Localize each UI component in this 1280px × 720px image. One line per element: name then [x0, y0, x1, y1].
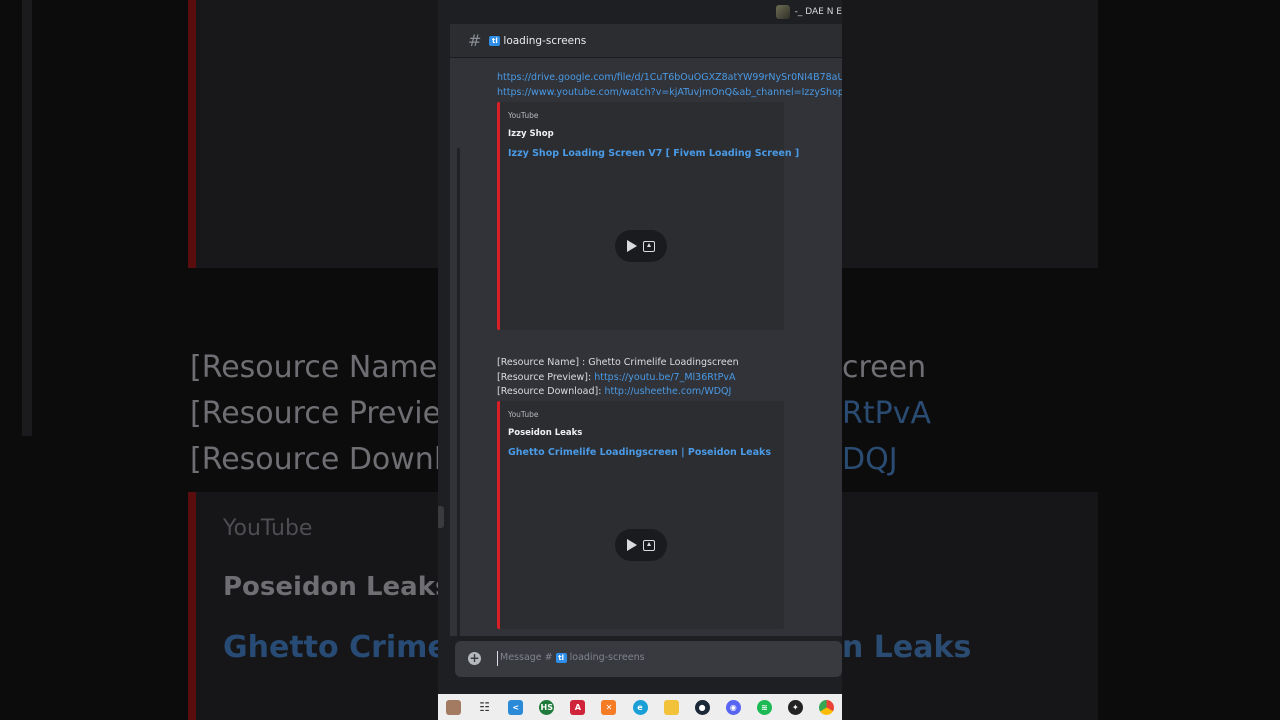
taskbar-vscode[interactable]: <	[500, 694, 531, 720]
avatar[interactable]	[775, 5, 790, 19]
message-link-drive[interactable]: https://drive.google.com/file/d/1CuT6bOu…	[497, 72, 842, 83]
embed-title[interactable]: Ghetto Crimelife Loadingscreen | Poseido…	[508, 447, 771, 458]
user-area[interactable]: -_ DAE N E	[775, 4, 842, 20]
add-attachment-icon[interactable]: +	[468, 652, 481, 665]
chrome-icon[interactable]	[818, 699, 834, 715]
taskbar-discord[interactable]: ◉	[718, 694, 749, 720]
embed-author[interactable]: Izzy Shop	[508, 129, 554, 139]
message-list[interactable]: https://drive.google.com/file/d/1CuT6bOu…	[450, 58, 842, 636]
xampp-icon[interactable]: ✕	[601, 699, 617, 715]
channel-name: loading-screens	[503, 34, 587, 47]
taskbar-file-explorer[interactable]	[656, 694, 687, 720]
task-view-icon[interactable]: ☷	[477, 700, 492, 715]
embed-author[interactable]: Poseidon Leaks	[508, 428, 582, 438]
play-icon[interactable]	[627, 539, 637, 551]
background-line-preview: [Resource Previe	[190, 396, 442, 431]
taskbar-steam[interactable]: ●	[687, 694, 718, 720]
steam-icon[interactable]: ●	[694, 699, 710, 715]
taskbar-spotify[interactable]: ≋	[749, 694, 780, 720]
play-icon[interactable]	[627, 240, 637, 252]
hash-icon: #	[468, 31, 482, 50]
vscode-icon[interactable]: <	[508, 699, 524, 715]
app-a-icon[interactable]: A	[570, 699, 586, 715]
taskbar: ☷ < HS A ✕ e ● ◉ ≋ ✦	[438, 694, 842, 720]
embed-video[interactable]	[508, 168, 780, 323]
taskbar-hs[interactable]: HS	[531, 694, 562, 720]
taskbar-xampp[interactable]: ✕	[593, 694, 624, 720]
discord-window: -_ DAE N E # tl loading-screens https://…	[438, 0, 842, 720]
placeholder-prefix: Message #	[500, 652, 553, 663]
top-bar: -_ DAE N E	[438, 0, 842, 24]
open-external-icon[interactable]	[643, 240, 655, 252]
channel-title: tl loading-screens	[489, 35, 586, 47]
user-name: -_ DAE N E	[794, 7, 842, 17]
file-explorer-icon[interactable]	[663, 699, 679, 715]
placeholder-channel: loading-screens	[569, 652, 645, 663]
discord-icon[interactable]: ◉	[725, 699, 741, 715]
resource-name-line: [Resource Name] : Ghetto Crimelife Loadi…	[497, 357, 739, 368]
taskbar-app-icon[interactable]	[438, 694, 469, 720]
embed-title[interactable]: Izzy Shop Loading Screen V7 [ Fivem Load…	[508, 148, 799, 159]
resource-preview-line: [Resource Preview]: https://youtu.be/7_M…	[497, 372, 735, 383]
message-composer[interactable]: + Message # tl loading-screens	[455, 641, 842, 677]
spotify-icon[interactable]: ≋	[756, 699, 772, 715]
resource-preview-label: [Resource Preview]:	[497, 372, 595, 383]
text-caret	[497, 651, 498, 666]
channel-header: # tl loading-screens	[450, 24, 842, 58]
drawer-handle[interactable]	[438, 506, 444, 528]
background-provider: YouTube	[223, 516, 313, 541]
resource-download-link[interactable]: http://usheethe.com/WDQJ	[604, 386, 731, 397]
youtube-embed-2: YouTube Poseidon Leaks Ghetto Crimelife …	[497, 401, 784, 629]
scrollbar[interactable]	[457, 148, 460, 636]
edge-icon[interactable]: e	[632, 699, 648, 715]
background-right-preview: RtPvA	[842, 396, 931, 431]
embed-provider[interactable]: YouTube	[508, 410, 539, 419]
background-line-download: [Resource Downlo	[190, 442, 461, 477]
video-controls[interactable]	[615, 529, 667, 561]
resource-preview-link[interactable]: https://youtu.be/7_Ml36RtPvA	[594, 372, 735, 383]
video-controls[interactable]	[615, 230, 667, 262]
resource-download-line: [Resource Download]: http://usheethe.com…	[497, 386, 731, 397]
youtube-embed-1: YouTube Izzy Shop Izzy Shop Loading Scre…	[497, 102, 799, 330]
app-b-icon[interactable]: ✦	[787, 699, 803, 715]
background-line-name: [Resource Name]	[190, 350, 450, 385]
resource-download-label: [Resource Download]:	[497, 386, 605, 397]
open-external-icon[interactable]	[643, 539, 655, 551]
background-title-right: n Leaks	[842, 630, 972, 665]
background-title: Ghetto Crimeli	[223, 630, 469, 665]
taskbar-chrome[interactable]	[811, 694, 842, 720]
message-link-youtube[interactable]: https://www.youtube.com/watch?v=kjATuvjm…	[497, 87, 842, 98]
message-input[interactable]: Message # tl loading-screens	[500, 652, 645, 663]
taskbar-app-b[interactable]: ✦	[780, 694, 811, 720]
taskbar-edge[interactable]: e	[624, 694, 655, 720]
embed-provider[interactable]: YouTube	[508, 111, 539, 120]
channel-emoji-icon: tl	[489, 35, 501, 46]
embed-video[interactable]	[508, 467, 780, 622]
background-right-name: creen	[842, 350, 927, 385]
taskbar-app-a[interactable]: A	[562, 694, 593, 720]
background-scrollbar	[22, 0, 32, 436]
background-author: Poseidon Leaks	[223, 572, 451, 602]
hs-icon[interactable]: HS	[539, 699, 555, 715]
taskbar-task-view[interactable]: ☷	[469, 694, 500, 720]
placeholder-emoji-icon: tl	[555, 652, 567, 663]
app-icon[interactable]	[446, 699, 462, 715]
background-right-download: DQJ	[842, 442, 898, 477]
